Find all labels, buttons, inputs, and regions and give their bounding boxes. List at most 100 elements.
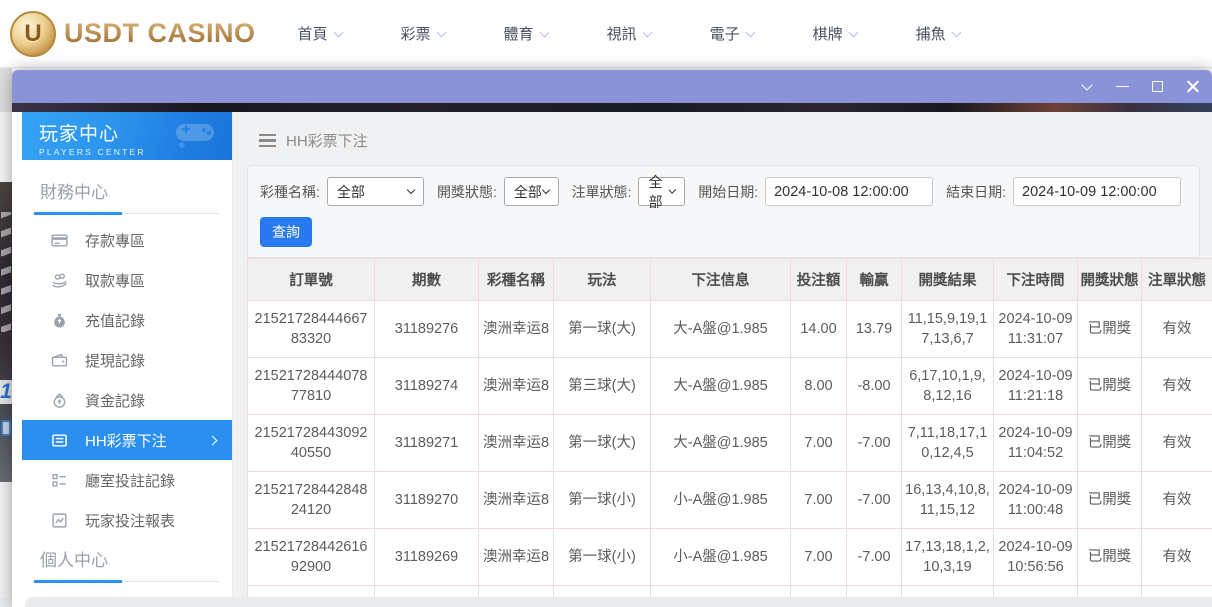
- cell: 大-A盤@1.985: [651, 358, 791, 415]
- window-collapse-button[interactable]: [1079, 79, 1095, 95]
- chevron-down-icon: [407, 186, 415, 194]
- cell: 8.00: [791, 358, 847, 415]
- sidebar-item-coin-purse[interactable]: 資金記錄: [22, 380, 232, 420]
- background-stamp-icon: [1, 420, 11, 436]
- cell: 已開獎: [1078, 301, 1142, 358]
- window-controls: [1079, 79, 1200, 95]
- lottery-name-select[interactable]: 全部: [327, 177, 424, 206]
- sidebar-item-money-bag[interactable]: 充值記錄: [22, 300, 232, 340]
- cell: 16,13,4,10,8,11,15,12: [902, 472, 994, 529]
- site-logo[interactable]: U USDT CASINO: [10, 11, 256, 57]
- window-body: 玩家中心 PLAYERS CENTER 財務中心存款專區取款專區充值記錄提現記錄…: [12, 112, 1212, 607]
- chevron-down-icon: [669, 186, 677, 194]
- column-header: 玩法: [554, 259, 651, 301]
- column-header: 開獎狀態: [1078, 259, 1142, 301]
- column-header: 訂單號: [248, 259, 375, 301]
- sidebar-header: 玩家中心 PLAYERS CENTER: [22, 112, 232, 160]
- sidebar-item-label: 提現記錄: [85, 350, 145, 371]
- cell: 31189276: [375, 301, 479, 358]
- checklist-icon: [51, 472, 68, 489]
- cell: 2152172844309240550: [248, 415, 375, 472]
- cell: -8.00: [847, 358, 902, 415]
- chevron-down-icon: [333, 27, 343, 37]
- menu-icon[interactable]: [259, 134, 276, 147]
- money-bag-icon: [51, 312, 68, 329]
- window-minimize-button[interactable]: [1114, 79, 1130, 95]
- main-nav: 首頁 彩票 體育 視訊 電子 棋牌 捕魚: [298, 23, 960, 44]
- sidebar-section-title: 財務中心: [34, 172, 220, 214]
- background-page-sliver: 1: [0, 68, 12, 607]
- cell: 小-A盤@1.985: [651, 472, 791, 529]
- column-header: 彩種名稱: [479, 259, 554, 301]
- cell: 31189271: [375, 415, 479, 472]
- cell: 2024-10-09 10:56:56: [994, 529, 1078, 586]
- cell: 第三球(大): [554, 358, 651, 415]
- window-titlebar[interactable]: [12, 70, 1212, 103]
- cell: 31189269: [375, 529, 479, 586]
- column-header: 開獎結果: [902, 259, 994, 301]
- chevron-down-icon: [436, 27, 446, 37]
- table-row: 215217284446678332031189276澳洲幸运8第一球(大)大-…: [248, 301, 1212, 358]
- sidebar-subtitle: PLAYERS CENTER: [39, 147, 232, 157]
- cell: 已開獎: [1078, 472, 1142, 529]
- sidebar-item-wallet[interactable]: 提現記錄: [22, 340, 232, 380]
- cell: -7.00: [847, 472, 902, 529]
- nav-item-0[interactable]: 首頁: [298, 23, 342, 44]
- cell: 大-A盤@1.985: [651, 415, 791, 472]
- column-header: 下注信息: [651, 259, 791, 301]
- lottery-name-label: 彩種名稱:: [260, 182, 320, 202]
- lottery-name-value: 全部: [337, 182, 365, 202]
- cell: 澳洲幸运8: [479, 358, 554, 415]
- search-button[interactable]: 查詢: [260, 217, 312, 247]
- sidebar-item-checklist[interactable]: 廳室投註記錄: [22, 460, 232, 500]
- coin-purse-icon: [51, 392, 68, 409]
- nav-item-2[interactable]: 體育: [504, 23, 548, 44]
- nav-item-label: 捕魚: [916, 23, 946, 44]
- gamepad-icon: [172, 118, 218, 148]
- order-status-select[interactable]: 全部: [638, 177, 685, 206]
- column-header: 輸贏: [847, 259, 902, 301]
- cell: 13.79: [847, 301, 902, 358]
- lottery-ticket-icon: [51, 432, 68, 449]
- sidebar-item-label: 充值記錄: [85, 310, 145, 331]
- cell: 已開獎: [1078, 358, 1142, 415]
- nav-item-1[interactable]: 彩票: [401, 23, 445, 44]
- table-row: 215217284440787781031189274澳洲幸运8第三球(大)大-…: [248, 358, 1212, 415]
- sidebar-item-bank-card[interactable]: 存款專區: [22, 220, 232, 260]
- column-header: 期數: [375, 259, 479, 301]
- start-date-input[interactable]: [765, 177, 933, 206]
- close-icon: [1186, 80, 1199, 93]
- cell: 澳洲幸运8: [479, 472, 554, 529]
- sidebar-item-hand-coin[interactable]: 取款專區: [22, 260, 232, 300]
- table-row: 215217284428482412031189270澳洲幸运8第一球(小)小-…: [248, 472, 1212, 529]
- end-date-input[interactable]: [1013, 177, 1181, 206]
- window-maximize-button[interactable]: [1149, 79, 1165, 95]
- draw-status-select[interactable]: 全部: [504, 177, 559, 206]
- cell: 2024-10-09 11:31:07: [994, 301, 1078, 358]
- nav-item-4[interactable]: 電子: [710, 23, 754, 44]
- window-close-button[interactable]: [1184, 79, 1200, 95]
- nav-item-label: 電子: [710, 23, 740, 44]
- table-body: 215217284446678332031189276澳洲幸运8第一球(大)大-…: [248, 301, 1212, 602]
- nav-item-5[interactable]: 棋牌: [813, 23, 857, 44]
- cell: 第一球(小): [554, 472, 651, 529]
- cell: 17,13,18,1,2,10,3,19: [902, 529, 994, 586]
- nav-item-3[interactable]: 視訊: [607, 23, 651, 44]
- cell: 2024-10-09 11:00:48: [994, 472, 1078, 529]
- end-date-label: 結束日期:: [946, 182, 1006, 202]
- sidebar-item-lottery-ticket[interactable]: HH彩票下注: [22, 420, 232, 460]
- sidebar-item-label: 玩家投注報表: [85, 510, 175, 531]
- cell: 有效: [1142, 415, 1212, 472]
- minimize-icon: [1116, 86, 1129, 88]
- nav-item-6[interactable]: 捕魚: [916, 23, 960, 44]
- cell: 第一球(小): [554, 529, 651, 586]
- logo-coin-icon: U: [10, 11, 56, 57]
- chevron-down-icon: [539, 27, 549, 37]
- chevron-down-icon: [1081, 79, 1092, 90]
- cell: 7.00: [791, 415, 847, 472]
- column-header: 注單狀態: [1142, 259, 1212, 301]
- sidebar-item-report-chart[interactable]: 玩家投注報表: [22, 500, 232, 540]
- draw-status-value: 全部: [514, 182, 542, 202]
- hand-coin-icon: [51, 272, 68, 289]
- cell: 小-A盤@1.985: [651, 529, 791, 586]
